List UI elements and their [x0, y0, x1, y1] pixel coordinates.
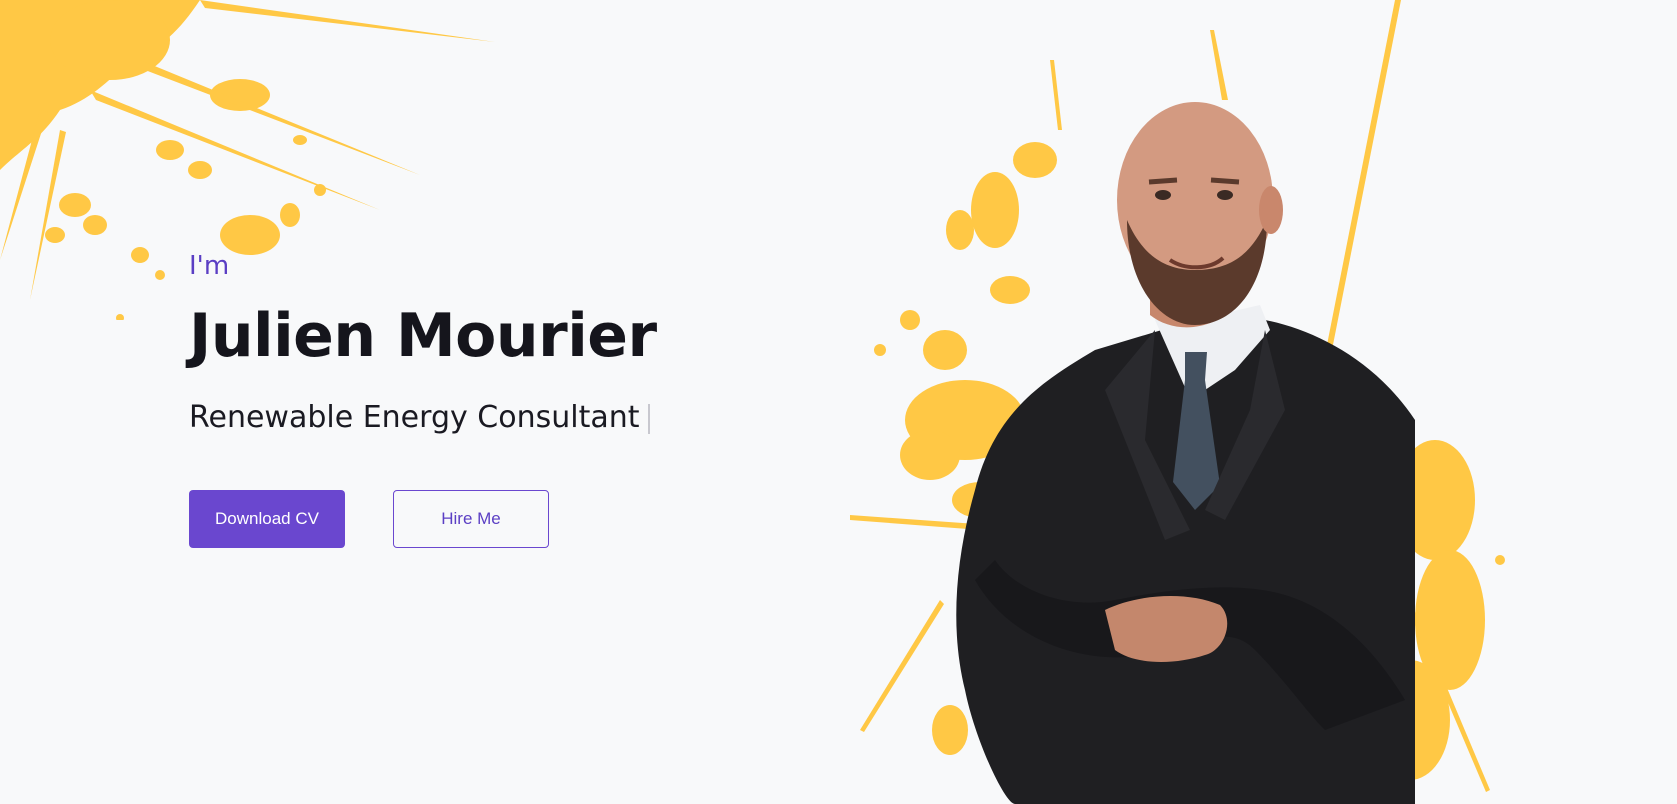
profile-role: Renewable Energy Consultant	[189, 398, 650, 438]
paint-splash-decoration	[0, 0, 495, 320]
typing-cursor	[647, 403, 650, 434]
profile-name: Julien Mourier	[189, 301, 657, 371]
greeting-text: I'm	[189, 251, 230, 281]
intro-block: I'm Julien Mourier Renewable Energy Cons…	[189, 250, 657, 548]
role-text: Renewable Energy Consultant	[189, 400, 640, 435]
hire-me-button[interactable]: Hire Me	[393, 490, 549, 548]
hero-section: I'm Julien Mourier Renewable Energy Cons…	[0, 0, 1677, 804]
download-cv-button[interactable]: Download CV	[189, 490, 345, 548]
profile-portrait	[956, 102, 1415, 804]
